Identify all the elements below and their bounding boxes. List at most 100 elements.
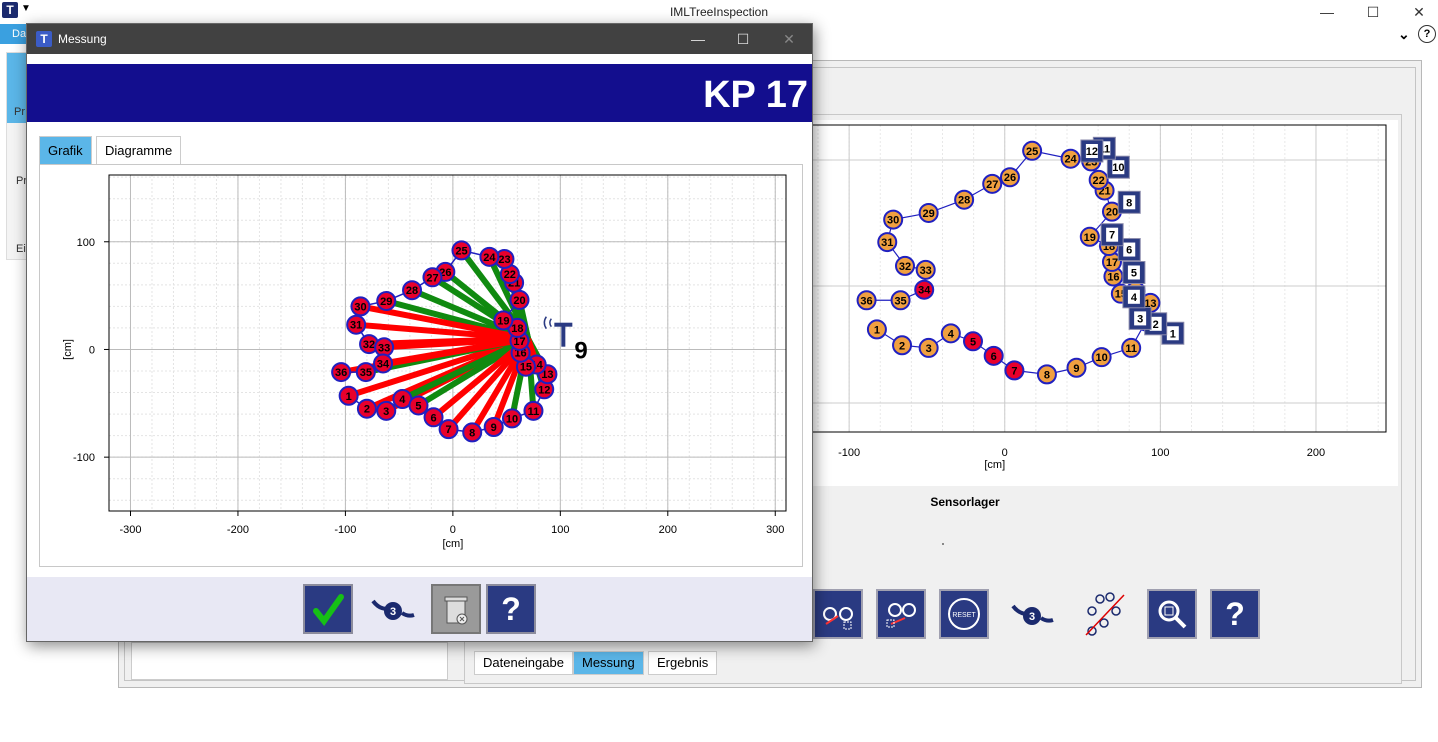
point-label: 34 — [377, 358, 390, 370]
y-tick-label: 0 — [89, 344, 95, 356]
bg-point-label: 33 — [920, 265, 932, 277]
y-axis-label: [cm] — [62, 339, 74, 360]
point-label: 28 — [406, 285, 418, 297]
point-label: 10 — [506, 413, 518, 425]
kp-label: KP 17 — [703, 74, 808, 116]
point-label: 4 — [399, 394, 406, 406]
tab-diagramme[interactable]: Diagramme — [96, 136, 182, 166]
sensor-move-button[interactable] — [876, 589, 926, 639]
svg-text:?: ? — [501, 591, 521, 627]
grafik-chart: -300 -200 -100 0 100 200 300-1000100[cm][cm]12… — [62, 174, 787, 550]
main-help-button[interactable]: ? — [1210, 589, 1260, 639]
delete-button[interactable] — [431, 584, 481, 634]
point-label: 33 — [378, 342, 390, 354]
tab-grafik[interactable]: Grafik — [39, 136, 92, 166]
dialog-help-button[interactable]: ? — [486, 584, 536, 634]
dot-marker — [942, 543, 944, 545]
sensor-icon — [543, 316, 573, 347]
sensor-bar-stem — [561, 324, 566, 347]
x-axis-label: [cm] — [442, 538, 463, 550]
zoom-button[interactable] — [1147, 589, 1197, 639]
point-label: 1 — [346, 391, 352, 403]
confirm-button[interactable] — [303, 584, 353, 634]
bg-point-label: 32 — [899, 261, 911, 273]
network-disable-button[interactable] — [1080, 589, 1130, 639]
bg-point-label: 30 — [887, 215, 899, 227]
point-label: 2 — [364, 404, 370, 416]
tree-3-icon: 3 — [1011, 604, 1054, 625]
sensorlager-label: Sensorlager — [930, 495, 1000, 509]
close-button[interactable]: ✕ — [1396, 0, 1438, 24]
point-label: 32 — [363, 339, 375, 351]
bg-sensor-label: 12 — [1086, 146, 1098, 158]
tab-messung[interactable]: Messung — [573, 651, 644, 675]
bg-point-label: 34 — [918, 285, 931, 297]
tab-dateneingabe[interactable]: Dateneingabe — [474, 651, 573, 675]
bg-point-label: 36 — [860, 295, 872, 307]
dialog-app-icon: T — [36, 31, 52, 47]
tab-ergebnis[interactable]: Ergebnis — [648, 651, 718, 675]
point-label: 5 — [415, 400, 421, 412]
dialog-tree-3-button[interactable]: 3 — [367, 584, 417, 634]
point-label: 35 — [360, 367, 372, 379]
bg-point-label: 2 — [899, 340, 905, 352]
ribbon-collapse-chevron-icon[interactable]: ⌄ — [1398, 26, 1410, 43]
minimize-button[interactable]: — — [1304, 0, 1350, 24]
point-label: 7 — [446, 424, 452, 436]
main-window-title: IMLTreeInspection — [669, 5, 769, 19]
bg-point-label: 17 — [1106, 257, 1118, 269]
bg-point-label: 28 — [958, 195, 970, 207]
help-circle-icon[interactable]: ? — [1418, 25, 1436, 43]
point-label: 20 — [513, 295, 525, 307]
reset-icon: RESET — [948, 598, 980, 630]
dialog-footer — [27, 577, 812, 641]
point-label: 24 — [483, 252, 496, 264]
x-tick-label: 0 — [450, 524, 456, 536]
bg-x-tick-label: -100 — [838, 447, 860, 459]
bg-point-label: 4 — [948, 328, 955, 340]
overview-chart: -1000100200300[cm]1234567891011121314151… — [789, 124, 1387, 471]
x-tick-label: -200 — [227, 524, 249, 536]
svg-text:?: ? — [1225, 596, 1245, 632]
bg-x-tick-label: 200 — [1307, 447, 1325, 459]
y-tick-label: -100 — [73, 452, 95, 464]
point-label: 6 — [430, 412, 436, 424]
messung-dialog: T Messung — ☐ ✕ KP 17 Grafik Diagramme -… — [26, 23, 813, 642]
dialog-close-button[interactable]: ✕ — [766, 24, 812, 54]
dialog-maximize-button[interactable]: ☐ — [720, 24, 766, 54]
sensor-signal-waves — [543, 316, 552, 330]
bg-point-label: 26 — [1004, 172, 1016, 184]
bg-point-label: 35 — [894, 295, 906, 307]
bg-point-label: 22 — [1093, 175, 1105, 187]
bg-sensor-label: 10 — [1112, 162, 1124, 174]
point-label: 25 — [455, 245, 467, 257]
point-label: 22 — [504, 269, 516, 281]
x-tick-label: -100 — [334, 524, 356, 536]
point-label: 12 — [538, 384, 550, 396]
bg-point-label: 11 — [1125, 343, 1137, 355]
kp-banner — [27, 64, 812, 122]
bg-sensor-label: 8 — [1126, 197, 1132, 209]
point-label: 15 — [520, 362, 532, 374]
dialog-minimize-button[interactable]: — — [675, 24, 721, 54]
bg-sensor-label: 7 — [1109, 230, 1115, 242]
point-label: 23 — [498, 254, 510, 266]
sensor-select-button[interactable] — [813, 589, 863, 639]
x-tick-label: 300 — [766, 524, 784, 536]
reset-button[interactable]: RESET — [939, 589, 989, 639]
left-nav-label-3[interactable]: Ei — [16, 243, 26, 255]
bg-x-tick-label: 0 — [1002, 447, 1008, 459]
point-label: 30 — [354, 301, 366, 313]
checkmark-icon — [313, 594, 344, 626]
sensor-number: 9 — [574, 338, 587, 365]
bg-point-label: 10 — [1095, 352, 1107, 364]
bg-x-axis-label: [cm] — [984, 459, 1005, 471]
bg-point-label: 25 — [1026, 146, 1038, 158]
bg-sensor-label: 4 — [1131, 292, 1138, 304]
bg-point-label: 27 — [986, 179, 998, 191]
tree-3-button[interactable]: 3 — [1005, 589, 1055, 639]
maximize-button[interactable]: ☐ — [1350, 0, 1396, 24]
help-icon: ? — [501, 591, 521, 627]
point-label: 18 — [511, 323, 523, 335]
tree-3-icon: 3 — [371, 599, 415, 620]
